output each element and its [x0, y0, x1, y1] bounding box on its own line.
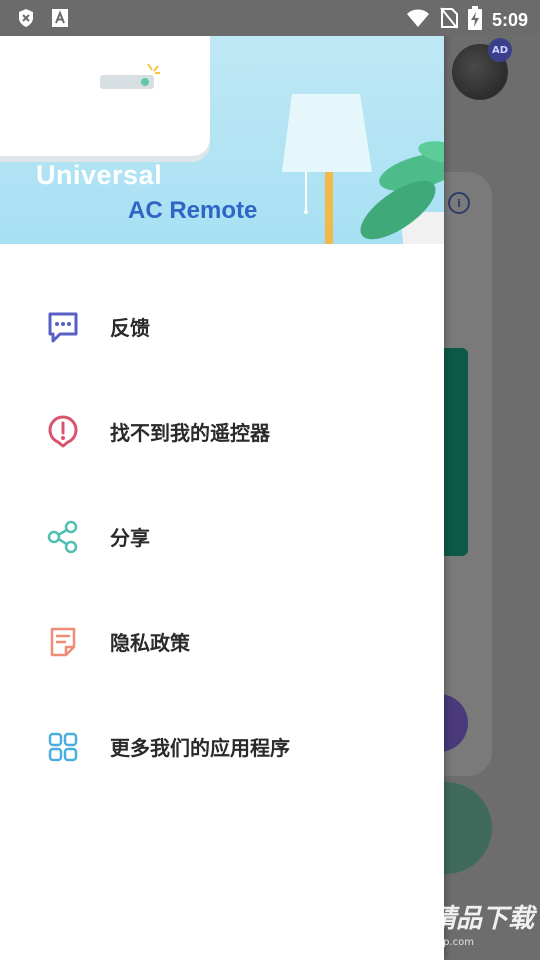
watermark-url: www.j9p.com — [407, 937, 474, 948]
status-time: 5:09 — [491, 9, 528, 30]
menu-label-share: 分享 — [110, 526, 150, 550]
status-bar: 5:09 — [0, 0, 540, 36]
watermark-text: 精品下载 — [429, 903, 534, 934]
menu-label-more-apps: 更多我们的应用程序 — [110, 736, 290, 760]
share-icon — [46, 520, 80, 554]
hero-title-line-1: Universal — [36, 160, 163, 190]
info-icon: i — [448, 192, 470, 214]
hero-title-line-2: AC Remote — [128, 197, 258, 224]
menu-item-feedback[interactable]: 反馈 — [0, 274, 444, 379]
menu-item-privacy-policy[interactable]: 隐私政策 — [0, 589, 444, 694]
no-sim-icon — [440, 7, 458, 33]
menu-item-more-apps[interactable]: 更多我们的应用程序 — [0, 694, 444, 799]
drawer-menu: 反馈 找不到我的遥控器 分享 隐私政策 更多我们的应用程序 — [0, 274, 444, 799]
menu-item-share[interactable]: 分享 — [0, 484, 444, 589]
shield-x-icon — [16, 8, 36, 28]
apps-grid-icon — [46, 730, 80, 764]
menu-label-remote-not-found: 找不到我的遥控器 — [110, 421, 270, 445]
lamp-plant-illustration — [282, 94, 444, 244]
drawer-header: Universal AC Remote — [0, 36, 444, 244]
menu-label-feedback: 反馈 — [110, 316, 150, 340]
ac-led-icon — [141, 78, 149, 86]
document-icon — [46, 625, 80, 659]
navigation-drawer: Universal AC Remote 反馈 找不到我的遥控器 分享 隐私政策 … — [0, 36, 444, 960]
battery-charging-icon — [467, 6, 482, 34]
alert-icon — [46, 415, 80, 449]
air-conditioner-illustration — [0, 36, 210, 156]
font-a-icon — [50, 8, 70, 28]
chat-icon — [46, 310, 80, 344]
sparkle-icon — [147, 64, 160, 74]
menu-item-remote-not-found[interactable]: 找不到我的遥控器 — [0, 379, 444, 484]
watermark: 精品下载 www.j9p.com — [372, 886, 534, 948]
ad-badge: AD — [488, 38, 512, 62]
menu-label-privacy-policy: 隐私政策 — [110, 631, 190, 655]
wifi-icon — [406, 8, 430, 32]
